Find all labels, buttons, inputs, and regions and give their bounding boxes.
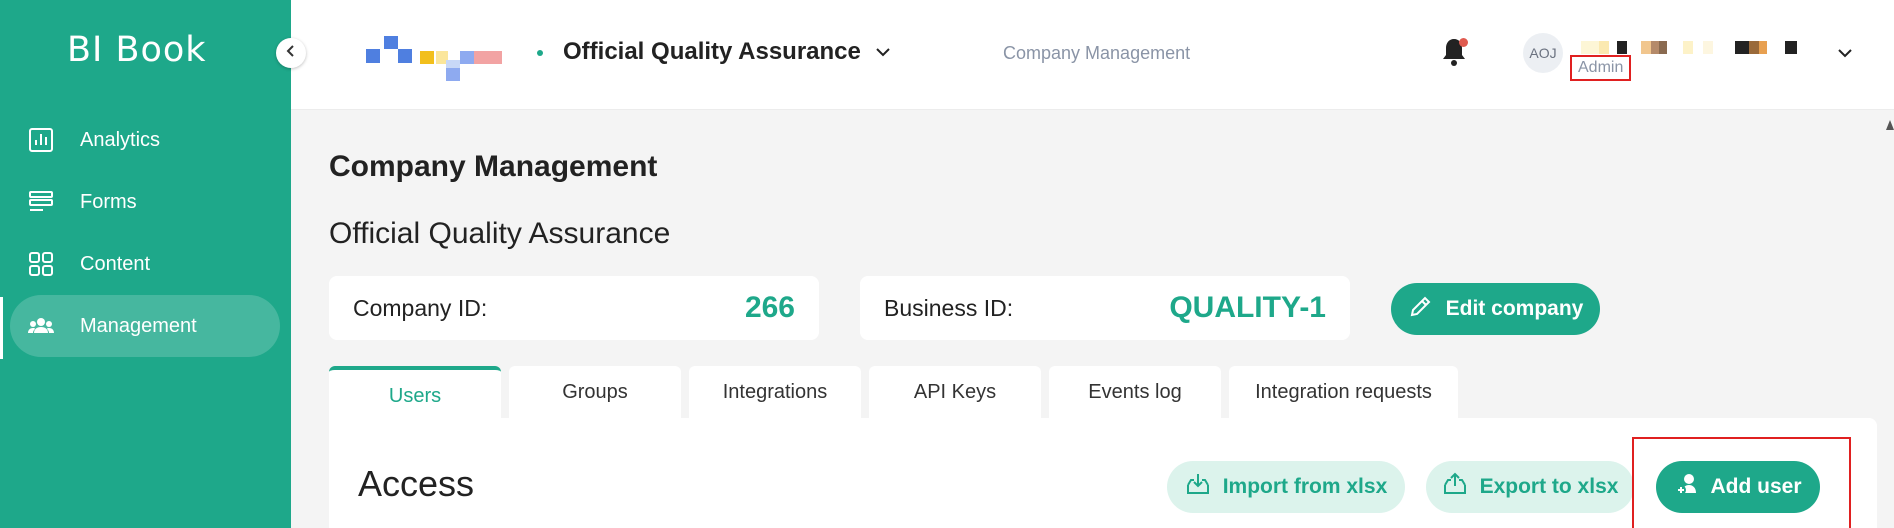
tab-api-keys[interactable]: API Keys bbox=[869, 366, 1041, 418]
company-id-card: Company ID: 266 bbox=[329, 276, 819, 340]
brand-logo[interactable]: BI Book bbox=[67, 30, 207, 70]
business-id-label: Business ID: bbox=[884, 294, 1014, 321]
chevron-left-icon bbox=[284, 44, 298, 63]
import-icon bbox=[1185, 471, 1211, 503]
company-title: Official Quality Assurance bbox=[329, 217, 671, 250]
sidebar-item-management[interactable]: Management bbox=[10, 295, 280, 357]
export-label: Export to xlsx bbox=[1479, 475, 1619, 498]
company-logo[interactable] bbox=[366, 36, 526, 84]
import-xlsx-button[interactable]: Import from xlsx bbox=[1167, 461, 1405, 513]
users-icon bbox=[26, 311, 56, 341]
sidebar-item-content[interactable]: Content bbox=[10, 233, 280, 295]
sidebar: BI Book Analytics Forms Content Manageme… bbox=[0, 0, 291, 528]
user-role-label: Admin bbox=[1570, 55, 1632, 81]
sidebar-item-label: Forms bbox=[80, 190, 137, 213]
edit-company-label: Edit company bbox=[1445, 297, 1584, 320]
avatar[interactable]: AOJ bbox=[1523, 33, 1563, 73]
scrollbar[interactable] bbox=[1886, 120, 1894, 528]
sidebar-item-analytics[interactable]: Analytics bbox=[10, 109, 280, 171]
user-menu-chevron-icon[interactable] bbox=[1836, 44, 1854, 67]
tab-events-log[interactable]: Events log bbox=[1049, 366, 1221, 418]
chevron-down-icon[interactable] bbox=[873, 42, 893, 67]
export-icon bbox=[1442, 471, 1468, 503]
collapse-sidebar-button[interactable] bbox=[276, 38, 306, 68]
company-id-value: 266 bbox=[744, 291, 795, 324]
pencil-icon bbox=[1408, 293, 1434, 325]
separator-dot bbox=[537, 50, 543, 56]
export-xlsx-button[interactable]: Export to xlsx bbox=[1426, 461, 1634, 513]
tab-integrations[interactable]: Integrations bbox=[689, 366, 861, 418]
business-id-value: QUALITY-1 bbox=[1169, 291, 1326, 324]
sidebar-item-label: Management bbox=[80, 314, 197, 337]
section-title: Access bbox=[358, 463, 475, 504]
page-title: Company Management bbox=[329, 150, 658, 183]
tab-groups[interactable]: Groups bbox=[509, 366, 681, 418]
sidebar-item-label: Analytics bbox=[80, 128, 161, 151]
business-id-card: Business ID: QUALITY-1 bbox=[860, 276, 1350, 340]
forms-icon bbox=[26, 187, 56, 217]
notification-badge bbox=[1459, 38, 1468, 47]
import-label: Import from xlsx bbox=[1222, 475, 1388, 498]
company-id-label: Company ID: bbox=[353, 294, 488, 321]
add-user-button[interactable]: Add user bbox=[1656, 461, 1820, 513]
sidebar-nav: Analytics Forms Content Management bbox=[10, 109, 280, 357]
breadcrumb: Company Management bbox=[1003, 43, 1191, 63]
tab-bar: Users Groups Integrations API Keys Event… bbox=[329, 366, 1458, 418]
top-header: Official Quality Assurance Company Manag… bbox=[291, 0, 1894, 110]
tab-users[interactable]: Users bbox=[329, 366, 501, 418]
tab-integration-requests[interactable]: Integration requests bbox=[1229, 366, 1458, 418]
sidebar-item-forms[interactable]: Forms bbox=[10, 171, 280, 233]
company-selector-name[interactable]: Official Quality Assurance bbox=[563, 38, 861, 66]
edit-company-button[interactable]: Edit company bbox=[1391, 283, 1600, 335]
add-user-icon bbox=[1674, 471, 1700, 503]
add-user-label: Add user bbox=[1710, 475, 1802, 498]
user-name-redacted bbox=[1581, 41, 1831, 55]
bar-chart-icon bbox=[26, 125, 56, 155]
active-nav-marker bbox=[0, 297, 3, 359]
grid-icon bbox=[26, 249, 56, 279]
sidebar-item-label: Content bbox=[80, 252, 151, 275]
